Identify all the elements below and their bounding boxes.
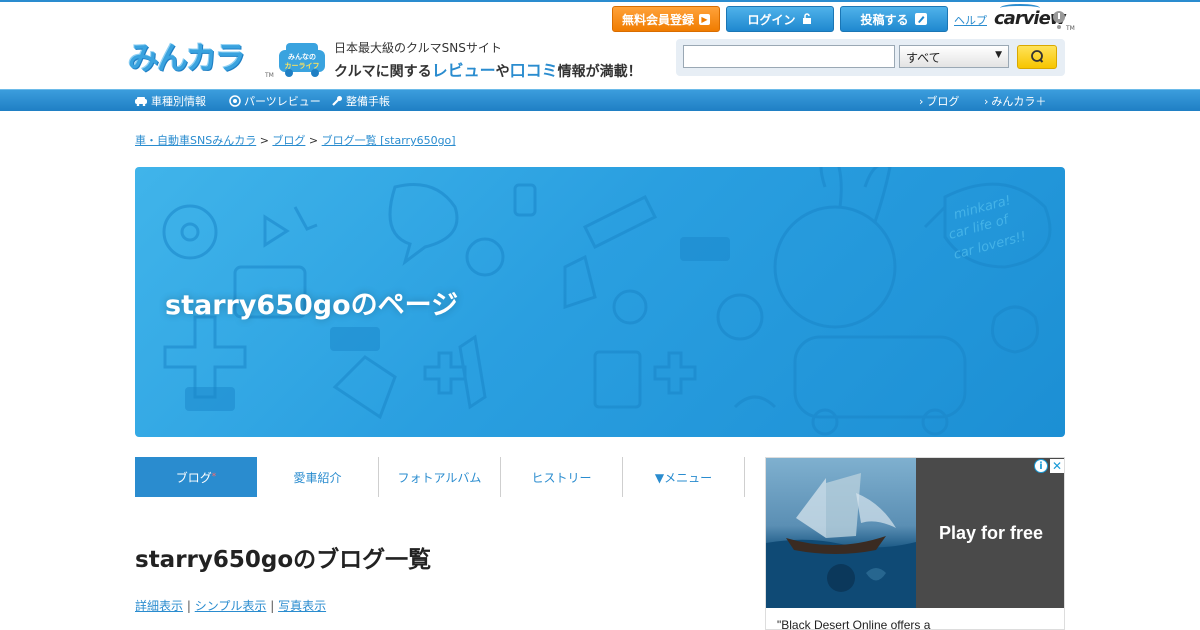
breadcrumb-separator: > — [308, 134, 319, 147]
tab-label: フォトアルバム — [397, 470, 482, 485]
tagline-highlight-review: レビュー — [431, 61, 496, 80]
profile-banner: minkara! car life of car lovers!! starry… — [135, 167, 1065, 437]
breadcrumb-link-blog[interactable]: ブログ — [272, 134, 305, 147]
breadcrumb-link-home[interactable]: 車・自動車SNSみんカラ — [135, 134, 256, 147]
nav-item-blog[interactable]: › ブログ — [919, 93, 959, 109]
mascot-badge-line1: みんなの — [288, 52, 316, 61]
chevron-right-icon: › — [984, 94, 989, 108]
ad-image[interactable] — [766, 458, 916, 608]
close-icon[interactable]: ✕ — [1050, 459, 1064, 473]
chevron-right-icon: › — [919, 94, 924, 108]
breadcrumb: 車・自動車SNSみんカラ > ブログ > ブログ一覧 [starry650go] — [135, 132, 456, 148]
gear-icon — [229, 95, 241, 107]
pen-icon — [914, 13, 927, 25]
tagline-secondary: クルマに関するレビューや口コミ情報が満載！ — [334, 57, 642, 81]
tab-my-car[interactable]: 愛車紹介 — [257, 457, 379, 497]
tagline-part: 情報が満載！ — [557, 64, 642, 80]
mascot-badge-line2: カーライフ — [285, 62, 320, 70]
view-photo-link[interactable]: 写真表示 — [278, 599, 326, 613]
tab-label: 愛車紹介 — [293, 470, 342, 485]
car-icon — [135, 97, 147, 106]
tab-label: ブログ — [175, 470, 212, 485]
login-button-label: ログイン — [747, 12, 796, 27]
nav-item-label: 車種別情報 — [151, 95, 206, 108]
view-separator: | — [186, 599, 191, 613]
tab-label: ヒストリー — [531, 470, 592, 485]
ad-ship-illustration — [766, 473, 916, 608]
nav-item-car-info[interactable]: 車種別情報 — [134, 93, 206, 109]
search-input[interactable] — [683, 45, 895, 68]
breadcrumb-separator: > — [259, 134, 269, 147]
advertisement[interactable]: Play for free i ✕ "Black Desert Online o… — [765, 457, 1065, 630]
carview-trademark: TM — [1066, 25, 1075, 32]
post-button-label: 投稿する — [860, 12, 909, 27]
profile-tabs: ブログ * 愛車紹介 フォトアルバム ヒストリー ▼メニュー — [135, 457, 746, 497]
nav-item-minkara-plus[interactable]: › みんカラ＋ — [984, 93, 1046, 109]
logo-text: みんカラ — [128, 41, 246, 77]
logo-trademark: TM — [265, 72, 274, 79]
lock-icon — [802, 13, 811, 24]
tab-new-marker: * — [211, 472, 217, 482]
search-button[interactable] — [1017, 45, 1057, 69]
play-icon: ▶ — [699, 13, 710, 25]
breadcrumb-link-blog-list[interactable]: ブログ一覧 [starry650go] — [322, 134, 456, 147]
carview-exclaim-icon — [1053, 11, 1065, 29]
ad-caption: "Black Desert Online offers a — [777, 618, 931, 630]
ad-cta-text: Play for free — [938, 522, 1044, 543]
post-button[interactable]: 投稿する — [840, 6, 948, 32]
tab-photo-album[interactable]: フォトアルバム — [379, 457, 501, 497]
search-category-select[interactable]: すべて ▼ — [899, 45, 1009, 68]
tab-history[interactable]: ヒストリー — [501, 457, 623, 497]
nav-item-parts-review[interactable]: パーツレビュー — [229, 93, 321, 109]
view-separator: | — [270, 599, 275, 613]
tab-menu[interactable]: ▼メニュー — [623, 457, 745, 497]
top-accent-line — [0, 0, 1200, 2]
tagline-primary: 日本最大級のクルマSNSサイト — [334, 41, 502, 55]
info-icon[interactable]: i — [1034, 459, 1048, 473]
search-box: すべて ▼ — [676, 39, 1065, 76]
search-category-value: すべて — [906, 51, 941, 65]
blog-list-heading: starry650goのブログ一覧 — [135, 547, 432, 573]
view-detail-link[interactable]: 詳細表示 — [135, 599, 183, 613]
tagline-part: や — [495, 64, 510, 80]
tab-label: ▼メニュー — [654, 470, 713, 485]
nav-item-label: ブログ — [926, 95, 960, 108]
search-icon — [1031, 50, 1044, 63]
nav-item-label: パーツレビュー — [244, 95, 321, 108]
nav-item-label: みんカラ＋ — [991, 95, 1047, 108]
ad-cta-panel[interactable]: Play for free — [916, 458, 1064, 608]
login-button[interactable]: ログイン — [726, 6, 834, 32]
tab-blog[interactable]: ブログ * — [135, 457, 257, 497]
help-link[interactable]: ヘルプ — [954, 12, 987, 28]
wrench-icon — [332, 96, 342, 106]
tagline-highlight-kuchikomi: 口コミ — [509, 61, 558, 80]
nav-item-label: 整備手帳 — [346, 95, 390, 108]
view-mode-links: 詳細表示 | シンプル表示 | 写真表示 — [135, 597, 326, 614]
page-title: starry650goのページ — [165, 290, 459, 321]
register-button[interactable]: 無料会員登録 ▶ — [612, 6, 720, 32]
global-nav-bar: 車種別情報 パーツレビュー 整備手帳 › ブログ › みんカラ＋ — [0, 89, 1200, 111]
nav-item-maintenance-log[interactable]: 整備手帳 — [331, 93, 390, 109]
minkara-logo[interactable]: みんカラ TM — [128, 38, 276, 82]
chevron-down-icon: ▼ — [995, 50, 1002, 60]
tagline-part: クルマに関する — [334, 64, 432, 80]
car-mascot-badge-icon: みんなの カーライフ — [279, 43, 325, 77]
register-button-label: 無料会員登録 — [621, 12, 694, 27]
view-simple-link[interactable]: シンプル表示 — [195, 599, 267, 613]
